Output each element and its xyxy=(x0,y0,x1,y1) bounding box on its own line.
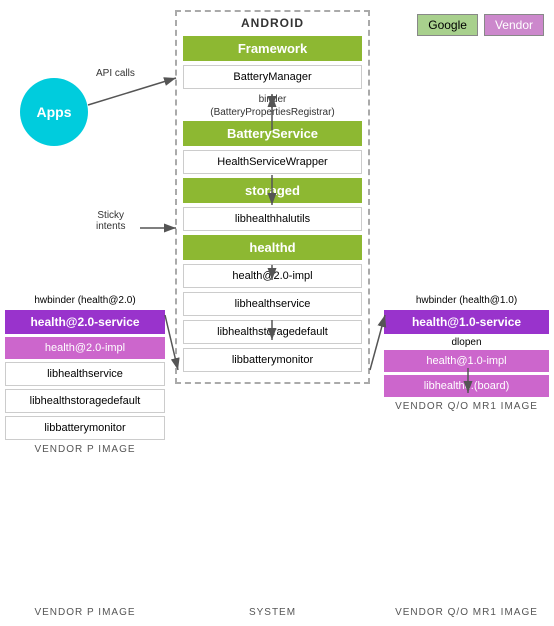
health-10-impl-box: health@1.0-impl xyxy=(384,350,549,372)
binder-label: binder(BatteryPropertiesRegistrar) xyxy=(183,93,362,119)
health-service-wrapper-box: HealthServiceWrapper xyxy=(183,150,362,174)
healthd-box: healthd xyxy=(183,235,362,260)
sticky-intents-annotation: Stickyintents xyxy=(96,210,125,232)
vendor-q-title: VENDOR Q/O MR1 IMAGE xyxy=(384,401,549,412)
hwbinder-10-text: hwbinder (health@1.0) xyxy=(416,295,517,306)
vendor-q-column: hwbinder (health@1.0) health@1.0-service… xyxy=(384,295,549,412)
vendor-p-title: VENDOR P IMAGE xyxy=(5,444,165,455)
dlopen-text: dlopen xyxy=(451,337,481,348)
hwbinder-10-label: hwbinder (health@1.0) xyxy=(384,295,549,306)
diagram-container: Google Vendor Apps API calls Stickyinten… xyxy=(0,0,554,626)
sticky-intents-text: Stickyintents xyxy=(96,210,125,232)
healthd-impl-box: health@2.0-impl xyxy=(183,264,362,288)
apps-label: Apps xyxy=(37,104,72,120)
libhealthhalutils-box: libhealthhalutils xyxy=(183,207,362,231)
healthd-libbatterymonitor-box: libbatterymonitor xyxy=(183,348,362,372)
health-10-service-box: health@1.0-service xyxy=(384,310,549,334)
batteryservice-box: BatteryService xyxy=(183,121,362,146)
health-20-service-box: health@2.0-service xyxy=(5,310,165,334)
vendor-p-libstoragedefault-box: libhealthstoragedefault xyxy=(5,389,165,413)
healthd-libhealthservice-box: libhealthservice xyxy=(183,292,362,316)
hwbinder-20-text: hwbinder (health@2.0) xyxy=(34,295,135,306)
hwbinder-20-label: hwbinder (health@2.0) xyxy=(5,295,165,306)
vendor-q-bottom-label: VENDOR Q/O MR1 IMAGE xyxy=(384,607,549,618)
vendor-p-libbatterymonitor-box: libbatterymonitor xyxy=(5,416,165,440)
vendor-p-bottom-label: VENDOR P IMAGE xyxy=(5,607,165,618)
dlopen-label: dlopen xyxy=(384,337,549,348)
vendor-p-libhealthservice-box: libhealthservice xyxy=(5,362,165,386)
android-title: ANDROID xyxy=(183,12,362,36)
framework-box: Framework xyxy=(183,36,362,61)
storaged-box: storaged xyxy=(183,178,362,203)
api-calls-annotation: API calls xyxy=(96,68,135,79)
top-labels: Google Vendor xyxy=(417,14,544,36)
batterymanager-box: BatteryManager xyxy=(183,65,362,89)
android-column: ANDROID Framework BatteryManager binder(… xyxy=(175,10,370,384)
system-bottom-label: SYSTEM xyxy=(175,607,370,618)
vendor-label: Vendor xyxy=(484,14,544,36)
apps-circle: Apps xyxy=(20,78,88,146)
google-label: Google xyxy=(417,14,478,36)
libhealthd-board-box: libhealthd.(board) xyxy=(384,375,549,397)
vendor-p-column: hwbinder (health@2.0) health@2.0-service… xyxy=(5,295,165,455)
vendor-p-impl-box: health@2.0-impl xyxy=(5,337,165,359)
healthd-libstoragedefault-box: libhealthstoragedefault xyxy=(183,320,362,344)
api-calls-text: API calls xyxy=(96,68,135,79)
